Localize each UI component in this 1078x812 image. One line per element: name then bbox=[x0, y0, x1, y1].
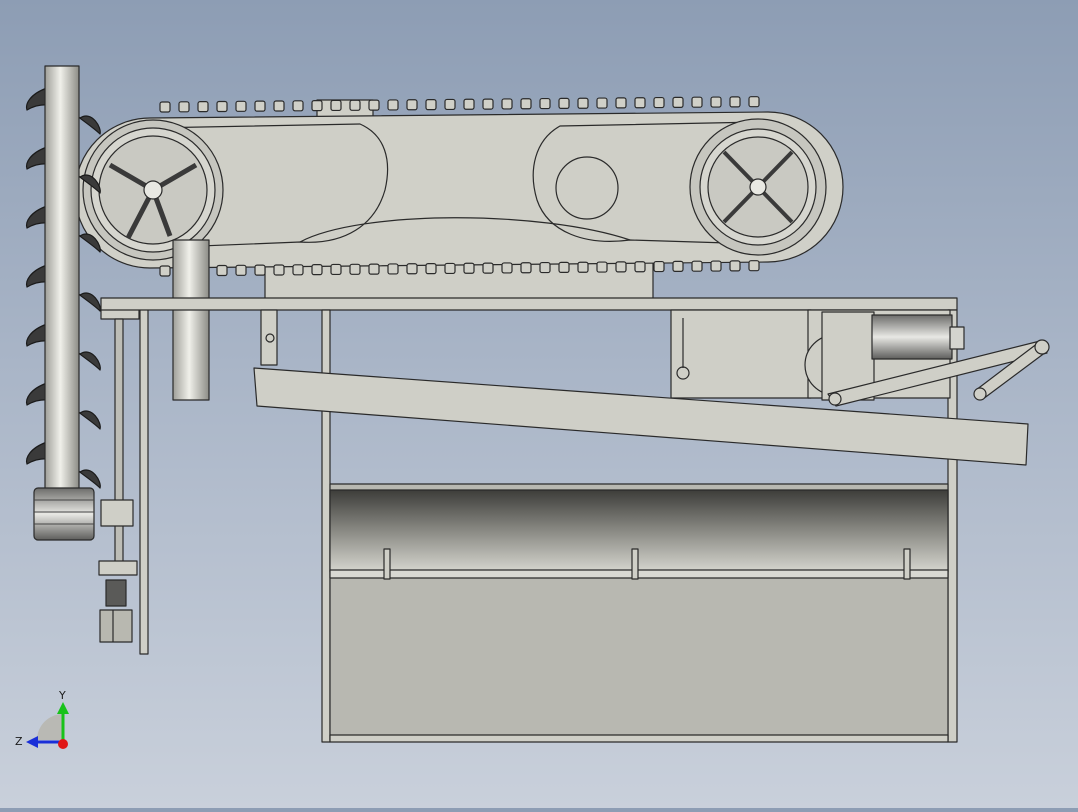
track-tooth bbox=[178, 101, 190, 113]
idler-hub bbox=[555, 156, 619, 220]
track-tooth bbox=[292, 264, 304, 276]
track-tooth bbox=[273, 264, 285, 276]
track-tooth bbox=[539, 261, 551, 274]
auger-screw bbox=[25, 65, 101, 541]
lead-screw-column bbox=[98, 305, 149, 655]
track-tooth bbox=[691, 96, 703, 108]
top-frame-rail bbox=[100, 297, 958, 311]
track-tooth bbox=[349, 263, 361, 275]
track-tooth bbox=[349, 99, 361, 111]
motor-mount-plate bbox=[670, 309, 812, 399]
track-tooth bbox=[406, 263, 418, 275]
track-tooth bbox=[235, 100, 247, 112]
swing-motor bbox=[871, 314, 953, 360]
track-tooth bbox=[520, 98, 532, 110]
track-tooth bbox=[254, 100, 266, 112]
track-tooth bbox=[729, 260, 741, 272]
track-tooth bbox=[387, 99, 399, 111]
track-tooth bbox=[368, 99, 380, 111]
column-plate bbox=[139, 305, 149, 655]
track-tooth bbox=[558, 261, 570, 274]
cad-model-drawing: Y Z bbox=[15, 65, 1050, 749]
track-tooth bbox=[216, 100, 228, 113]
track-tooth bbox=[311, 100, 323, 112]
track-tooth bbox=[463, 98, 475, 110]
track-tooth bbox=[292, 100, 304, 112]
track-tooth bbox=[444, 262, 456, 275]
track-tooth bbox=[539, 97, 551, 110]
left-sprocket bbox=[82, 119, 224, 261]
track-tooth bbox=[330, 263, 342, 276]
collection-tray bbox=[329, 483, 949, 743]
track-tooth bbox=[520, 262, 532, 274]
track-tooth bbox=[425, 263, 437, 275]
track-tooth bbox=[197, 101, 209, 113]
support-cylinder bbox=[172, 239, 210, 401]
track-tooth bbox=[615, 97, 627, 109]
track-tooth bbox=[235, 264, 247, 276]
track-tooth bbox=[710, 260, 722, 272]
track-tooth bbox=[577, 261, 589, 273]
track-tooth bbox=[482, 262, 494, 274]
track-tooth bbox=[748, 96, 760, 108]
tray-rail bbox=[329, 569, 949, 579]
track-tooth bbox=[501, 98, 513, 110]
track-tooth bbox=[159, 265, 171, 277]
screw-nut-block bbox=[100, 499, 134, 527]
swing-mechanism bbox=[253, 309, 1050, 466]
track-tooth bbox=[615, 261, 627, 273]
track-tooth bbox=[691, 260, 703, 272]
triad-sector bbox=[37, 714, 63, 740]
track-tooth bbox=[444, 98, 456, 111]
z-axis-label: Z bbox=[15, 735, 23, 748]
right-sprocket bbox=[689, 118, 827, 256]
y-axis-arrow bbox=[57, 702, 69, 714]
z-axis-arrow bbox=[26, 736, 38, 748]
track-tooth bbox=[273, 100, 285, 112]
auger-motor bbox=[33, 487, 95, 541]
track-tooth bbox=[596, 97, 608, 109]
track-tooth bbox=[558, 97, 570, 110]
track-tooth bbox=[368, 263, 380, 275]
track-tooth bbox=[330, 99, 342, 112]
track-tooth bbox=[672, 260, 684, 272]
y-axis-label: Y bbox=[58, 689, 66, 702]
screw-bottom-block bbox=[98, 560, 138, 576]
track-tooth bbox=[729, 96, 741, 108]
track-tooth bbox=[387, 263, 399, 275]
axis-triad: Y Z bbox=[15, 689, 69, 749]
track-tooth bbox=[254, 264, 266, 276]
track-tooth bbox=[501, 262, 513, 274]
stepper-motor bbox=[99, 609, 133, 643]
track-tooth bbox=[425, 99, 437, 111]
auger-shaft bbox=[44, 65, 80, 497]
track-tooth bbox=[159, 101, 171, 113]
track-tooth bbox=[482, 98, 494, 110]
x-axis-dot bbox=[58, 739, 68, 749]
track-tooth bbox=[748, 260, 760, 272]
track-tooth bbox=[653, 260, 665, 273]
track-tooth bbox=[311, 264, 323, 276]
track-tooth bbox=[216, 264, 228, 277]
cad-viewport[interactable]: Y Z bbox=[0, 0, 1078, 808]
track-tooth bbox=[463, 262, 475, 274]
track-tooth bbox=[710, 96, 722, 108]
track-tooth bbox=[406, 99, 418, 111]
track-tooth bbox=[577, 97, 589, 109]
track-tooth bbox=[634, 261, 646, 273]
tray-inner bbox=[329, 489, 949, 573]
track-tooth bbox=[653, 96, 665, 109]
coupling bbox=[105, 579, 127, 607]
lead-screw bbox=[114, 318, 124, 570]
track-tooth bbox=[634, 97, 646, 109]
track-tooth bbox=[672, 96, 684, 108]
track-tooth bbox=[596, 261, 608, 273]
